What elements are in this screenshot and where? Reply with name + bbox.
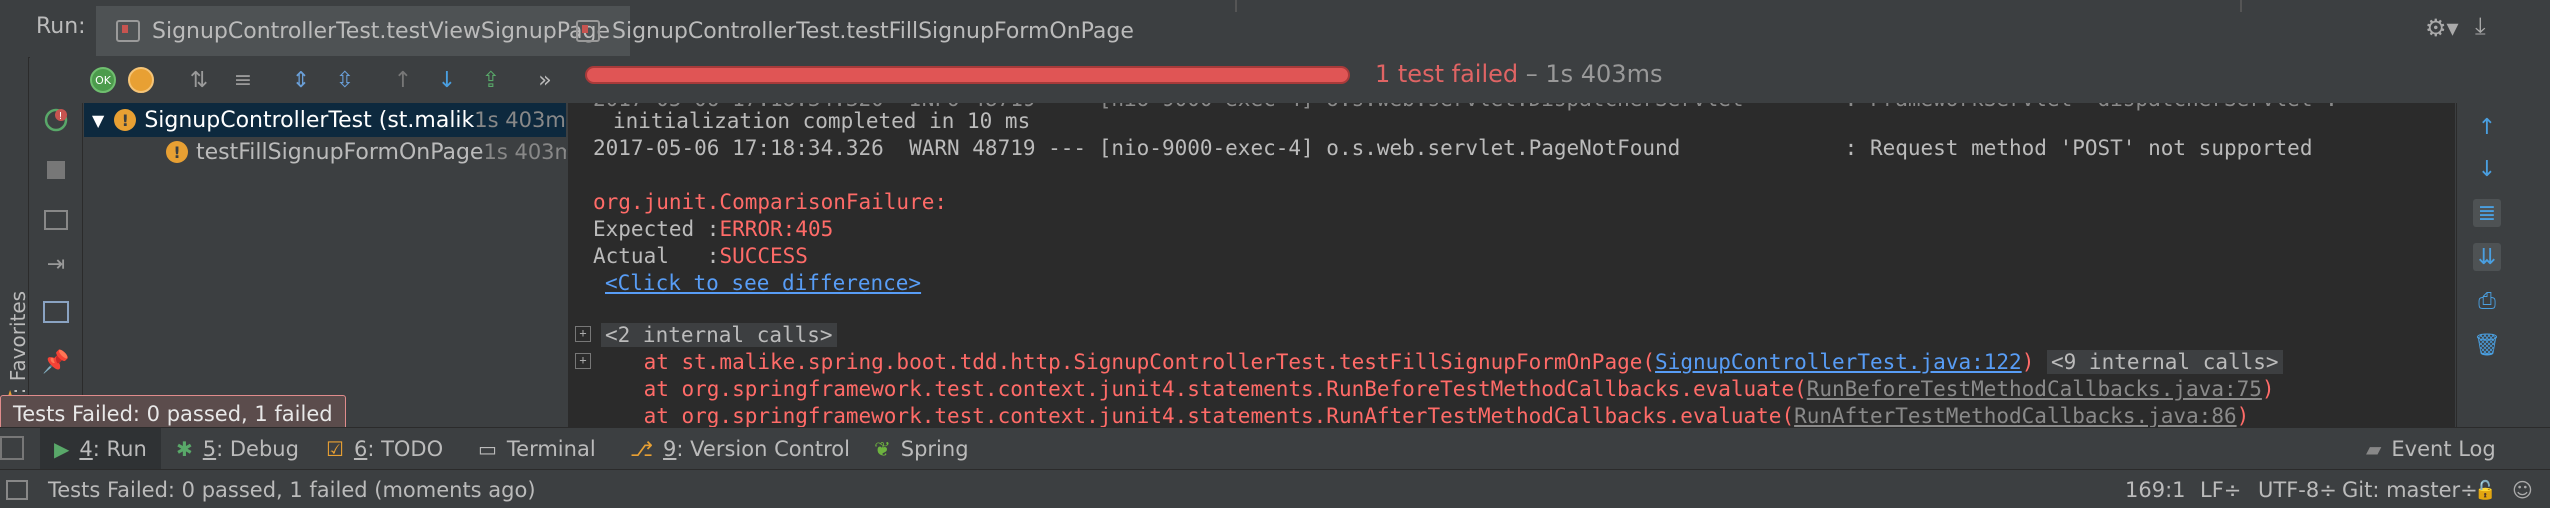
test-config-icon — [116, 20, 140, 42]
bug-icon: ✱ — [176, 437, 193, 461]
event-log-button[interactable]: ▰ Event Log — [2366, 428, 2496, 470]
stop-icon[interactable] — [41, 155, 71, 185]
run-tab-bar: Run: SignupControllerTest.testViewSignup… — [0, 0, 2550, 58]
expand-arrow-icon[interactable]: ▼ — [92, 111, 104, 130]
run-left-toolbar: ▶ ! ⇥ 📌 — [30, 57, 83, 427]
stack-frame-link[interactable]: SignupControllerTest.java:122 — [1655, 350, 2022, 374]
toggle-tool-windows-icon[interactable] — [0, 436, 24, 460]
stack-frame-link[interactable]: RunAfterTestMethodCallbacks.java:86 — [1794, 404, 2237, 427]
tree-row-label: testFillSignupFormOnPage — [196, 139, 484, 165]
hide-panel-icon[interactable]: ⤓ — [2475, 12, 2486, 40]
chat-icon: ▰ — [2366, 437, 2382, 461]
stack-frame: at org.springframework.test.context.juni… — [593, 377, 2275, 401]
internal-calls[interactable]: <9 internal calls> — [2047, 350, 2283, 374]
tool-window-icon[interactable] — [6, 480, 28, 500]
run-icon: ▶ — [54, 437, 70, 461]
tab-todo[interactable]: ☑ 6: TODO — [326, 428, 443, 470]
soft-wrap-icon[interactable]: ≣ — [2473, 199, 2501, 227]
divider — [1235, 0, 1237, 12]
gear-icon[interactable]: ⚙▾ — [2425, 14, 2459, 42]
vcs-icon: ⎇ — [630, 437, 654, 461]
warning-icon: ! — [114, 109, 137, 131]
show-passed-icon[interactable]: OK — [88, 65, 118, 95]
lock-icon[interactable]: 🔓 — [2474, 480, 2496, 501]
tree-row-label: SignupControllerTest (st.malik — [144, 107, 475, 133]
tool-window-bar: ▶ 4: Run ✱ 5: Debug ☑ 6: TODO ▭ Terminal… — [0, 427, 2550, 470]
scroll-to-end-icon[interactable]: ⇊ — [2473, 243, 2501, 271]
sort-alpha-icon[interactable]: ⇅ — [184, 65, 214, 95]
run-tab-fill-signup[interactable]: SignupControllerTest.testFillSignupFormO… — [556, 6, 1154, 56]
screenshot-icon[interactable] — [41, 205, 71, 235]
file-encoding[interactable]: UTF-8÷ — [2258, 478, 2337, 502]
terminal-icon: ▭ — [478, 437, 497, 461]
next-failed-icon[interactable]: ↓ — [432, 65, 462, 95]
pin-icon[interactable]: 📌 — [41, 347, 71, 377]
console-right-toolbar: ↑ ↓ ≣ ⇊ ⎙ 🗑 — [2456, 103, 2517, 427]
internal-calls[interactable]: <2 internal calls> — [601, 323, 837, 347]
tab-version-control[interactable]: ⎇ 9: Version Control — [630, 428, 850, 470]
layout-icon[interactable] — [41, 297, 71, 327]
rerun-failed-icon[interactable]: ! — [41, 105, 71, 135]
tree-row-time: 1s 403ms — [474, 108, 566, 132]
test-progress-bar — [585, 66, 1350, 84]
test-tree: ▼ ! SignupControllerTest (st.malik 1s 40… — [84, 103, 566, 427]
import-tests-icon[interactable]: ⇥ — [41, 249, 71, 279]
test-status-summary: 1 test failed – 1s 403ms — [1375, 60, 1662, 88]
prev-failed-icon[interactable]: ↑ — [388, 65, 418, 95]
run-label: Run: — [36, 14, 86, 39]
divider — [2240, 0, 2242, 12]
trash-icon[interactable]: 🗑 — [2473, 331, 2501, 359]
fold-icon[interactable]: + — [575, 353, 591, 369]
see-difference-link[interactable]: <Click to see difference> — [605, 271, 921, 295]
tree-row-time: 1s 403ms — [483, 140, 566, 164]
status-time: – 1s 403ms — [1518, 60, 1663, 88]
print-icon[interactable]: ⎙ — [2473, 287, 2501, 315]
warning-icon: ! — [166, 141, 188, 163]
console-line: initialization completed in 10 ms — [613, 109, 1031, 133]
test-config-icon — [576, 20, 600, 42]
caret-position[interactable]: 169:1 — [2125, 478, 2186, 502]
sort-duration-icon[interactable]: ≡ — [228, 65, 258, 95]
spring-icon: ❦ — [874, 437, 891, 461]
status-bar: Tests Failed: 0 passed, 1 failed (moment… — [0, 469, 2550, 508]
console-expected: Expected :ERROR:405 — [593, 217, 834, 241]
favorites-strip: 2: Favorites ★ — [0, 57, 30, 427]
console-actual: Actual :SUCCESS — [593, 244, 808, 268]
status-failed: 1 test failed — [1375, 60, 1519, 88]
run-tab-label: SignupControllerTest.testFillSignupFormO… — [612, 18, 1134, 44]
stack-frame-link[interactable]: RunBeforeTestMethodCallbacks.java:75 — [1807, 377, 2262, 401]
tab-run[interactable]: ▶ 4: Run — [40, 428, 161, 470]
console-exception: org.junit.ComparisonFailure: — [593, 190, 948, 214]
export-icon[interactable]: ⇪ — [476, 65, 506, 95]
down-arrow-icon[interactable]: ↓ — [2473, 155, 2501, 183]
fold-icon[interactable]: + — [575, 326, 591, 342]
tab-debug[interactable]: ✱ 5: Debug — [176, 428, 299, 470]
inspector-icon[interactable]: ☺ — [2512, 478, 2533, 502]
tab-terminal[interactable]: ▭ Terminal — [478, 428, 596, 470]
console-output[interactable]: 2017-05-06 17:18:34.320 INFO 48719 --- [… — [568, 103, 2455, 427]
status-message[interactable]: Tests Failed: 0 passed, 1 failed (moment… — [48, 478, 536, 502]
stack-frame: at st.malike.spring.boot.tdd.http.Signup… — [593, 350, 2283, 374]
run-tab-view-signup[interactable]: SignupControllerTest.testViewSignupPage — [96, 6, 631, 56]
stack-frame: at org.springframework.test.context.juni… — [593, 404, 2250, 427]
svg-text:!: ! — [59, 111, 63, 122]
up-arrow-icon[interactable]: ↑ — [2473, 113, 2501, 141]
line-separator[interactable]: LF÷ — [2200, 478, 2241, 502]
console-line: 2017-05-06 17:18:34.326 WARN 48719 --- [… — [593, 136, 2313, 160]
collapse-all-icon[interactable]: ⇳ — [330, 65, 360, 95]
tree-row-root[interactable]: ▼ ! SignupControllerTest (st.malik 1s 40… — [84, 103, 566, 137]
git-branch[interactable]: Git: master÷ — [2342, 478, 2478, 502]
show-ignored-icon[interactable] — [126, 65, 156, 95]
todo-icon: ☑ — [326, 437, 344, 461]
more-icon[interactable]: » — [530, 65, 560, 95]
tree-row-child[interactable]: ! testFillSignupFormOnPage 1s 403ms — [84, 135, 566, 169]
tab-spring[interactable]: ❦ Spring — [874, 428, 969, 470]
run-tab-label: SignupControllerTest.testViewSignupPage — [152, 18, 611, 44]
expand-all-icon[interactable]: ⇕ — [286, 65, 316, 95]
